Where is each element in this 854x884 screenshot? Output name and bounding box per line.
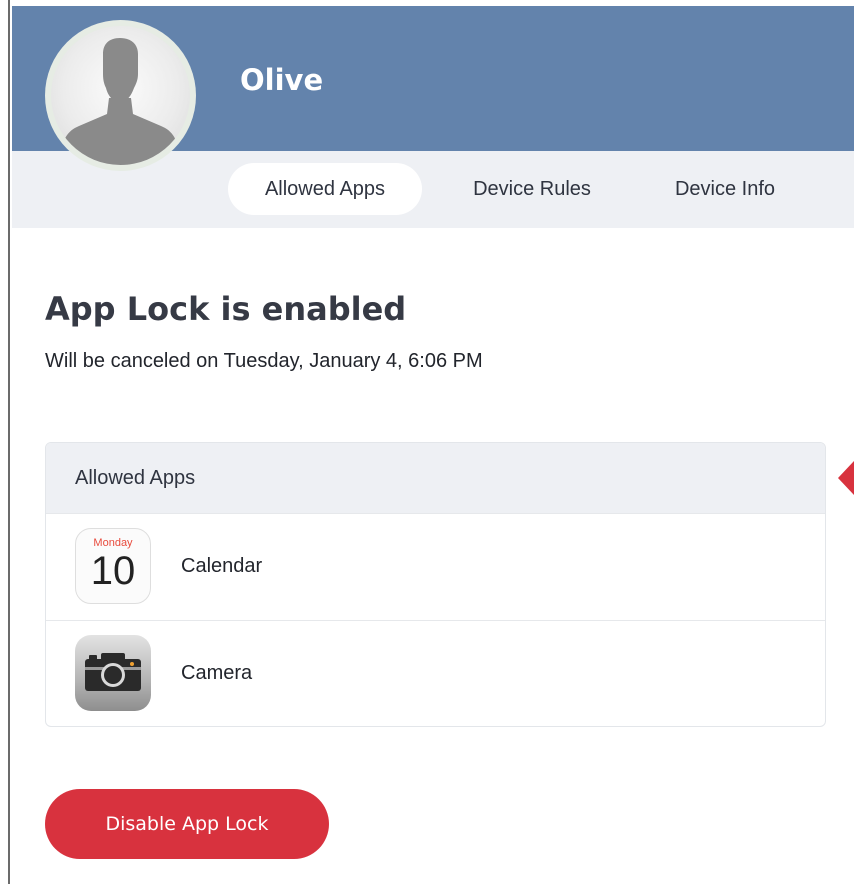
- list-item-calendar[interactable]: Monday 10 Calendar: [46, 513, 825, 620]
- calendar-icon: Monday 10: [75, 528, 151, 604]
- tab-allowed-apps[interactable]: Allowed Apps: [228, 163, 422, 215]
- app-name: Camera: [181, 662, 253, 684]
- tab-device-info[interactable]: Device Info: [650, 163, 800, 215]
- cancel-time-text: Will be canceled on Tuesday, January 4, …: [45, 350, 483, 372]
- allowed-apps-card: Allowed Apps Monday 10 Calendar Camera: [45, 442, 826, 727]
- disable-app-lock-button[interactable]: Disable App Lock: [45, 789, 329, 859]
- allowed-apps-header: Allowed Apps: [46, 443, 825, 513]
- list-item-camera[interactable]: Camera: [46, 620, 825, 726]
- person-silhouette-icon: [51, 26, 190, 165]
- avatar: [45, 20, 196, 171]
- profile-name: Olive: [240, 63, 324, 97]
- page-title: App Lock is enabled: [45, 290, 407, 328]
- window-left-edge: [0, 0, 10, 884]
- camera-icon: [75, 635, 151, 711]
- calendar-icon-date: 10: [90, 549, 136, 593]
- calendar-icon-day: Monday: [93, 537, 133, 549]
- tab-device-rules[interactable]: Device Rules: [452, 163, 612, 215]
- app-name: Calendar: [181, 555, 263, 577]
- arrow-marker: [838, 461, 854, 495]
